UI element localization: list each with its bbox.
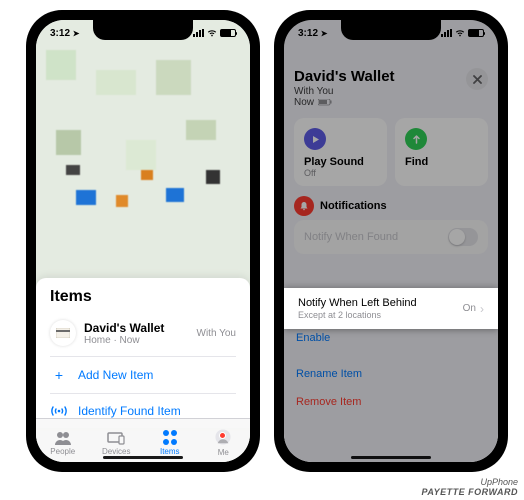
status-right bbox=[441, 29, 484, 37]
left-behind-sub: Except at 2 locations bbox=[298, 310, 417, 320]
items-icon bbox=[163, 430, 177, 446]
find-card[interactable]: Find bbox=[395, 118, 488, 186]
badge-dot-icon bbox=[219, 432, 226, 439]
devices-icon bbox=[106, 430, 126, 446]
status-time: 3:12 ➤ bbox=[50, 28, 80, 39]
wifi-icon bbox=[207, 29, 217, 37]
panel-title: Items bbox=[50, 288, 236, 306]
detail-title: David's Wallet bbox=[294, 68, 395, 85]
items-panel: Items David's Wallet Home · Now With You… bbox=[36, 278, 250, 428]
find-label: Find bbox=[405, 156, 478, 168]
add-new-item-label: Add New Item bbox=[78, 368, 153, 382]
phone-mockup-left: 3:12 ➤ Items bbox=[26, 10, 260, 472]
notify-when-found-row: Notify When Found bbox=[294, 220, 488, 254]
radar-icon bbox=[50, 405, 68, 417]
item-status: With You bbox=[197, 328, 236, 339]
left-behind-state: On bbox=[463, 303, 476, 314]
play-sound-state: Off bbox=[304, 168, 377, 178]
phone-mockup-right: 3:12 ➤ David's Wallet With You Now bbox=[274, 10, 508, 472]
battery-icon bbox=[468, 29, 484, 37]
plus-icon: + bbox=[50, 367, 68, 383]
home-indicator[interactable] bbox=[351, 456, 431, 459]
tab-label: People bbox=[50, 447, 75, 456]
wallet-icon bbox=[50, 320, 76, 346]
watermark: UpPhone PAYETTE FORWARD bbox=[421, 478, 518, 498]
status-right bbox=[193, 29, 236, 37]
tab-label: Me bbox=[218, 448, 229, 457]
item-location: Home · Now bbox=[84, 335, 189, 346]
item-detail-sheet: David's Wallet With You Now Play Sou bbox=[284, 58, 498, 462]
screen-right: 3:12 ➤ David's Wallet With You Now bbox=[284, 20, 498, 462]
people-icon bbox=[53, 430, 73, 446]
notifications-header: Notifications bbox=[294, 196, 488, 216]
battery-small-icon bbox=[318, 99, 332, 106]
add-new-item-button[interactable]: + Add New Item bbox=[50, 357, 236, 394]
notify-left-behind-row[interactable]: Notify When Left Behind Except at 2 loca… bbox=[284, 288, 498, 329]
item-name: David's Wallet bbox=[84, 321, 189, 335]
identify-label: Identify Found Item bbox=[78, 404, 181, 418]
screen-left: 3:12 ➤ Items bbox=[36, 20, 250, 462]
item-row[interactable]: David's Wallet Home · Now With You bbox=[50, 314, 236, 357]
detail-time: Now bbox=[294, 97, 395, 108]
tab-label: Devices bbox=[102, 447, 130, 456]
toggle-off bbox=[448, 228, 478, 246]
rename-item-button[interactable]: Rename Item bbox=[294, 360, 488, 388]
remove-item-button[interactable]: Remove Item bbox=[294, 388, 488, 416]
close-icon bbox=[473, 75, 482, 84]
signal-icon bbox=[441, 29, 452, 37]
play-icon bbox=[304, 128, 326, 150]
tab-me[interactable]: Me bbox=[197, 419, 251, 462]
status-time: 3:12 ➤ bbox=[298, 28, 328, 39]
wifi-icon bbox=[455, 29, 465, 37]
notch bbox=[93, 20, 193, 40]
location-arrow-icon: ➤ bbox=[73, 29, 80, 38]
left-behind-title: Notify When Left Behind bbox=[298, 297, 417, 309]
home-indicator[interactable] bbox=[103, 456, 183, 459]
play-sound-card[interactable]: Play Sound Off bbox=[294, 118, 387, 186]
watermark-line2: PAYETTE FORWARD bbox=[421, 488, 518, 498]
battery-icon bbox=[220, 29, 236, 37]
notch bbox=[341, 20, 441, 40]
notify-found-label: Notify When Found bbox=[304, 231, 398, 243]
play-sound-label: Play Sound bbox=[304, 156, 377, 168]
chevron-right-icon: › bbox=[480, 302, 484, 316]
close-button[interactable] bbox=[466, 68, 488, 90]
signal-icon bbox=[193, 29, 204, 37]
detail-status: With You bbox=[294, 86, 395, 97]
bell-icon bbox=[294, 196, 314, 216]
location-arrow-icon: ➤ bbox=[321, 29, 328, 38]
arrow-up-icon bbox=[405, 128, 427, 150]
tab-people[interactable]: People bbox=[36, 419, 90, 462]
item-text: David's Wallet Home · Now bbox=[84, 321, 189, 346]
tab-label: Items bbox=[160, 447, 180, 456]
